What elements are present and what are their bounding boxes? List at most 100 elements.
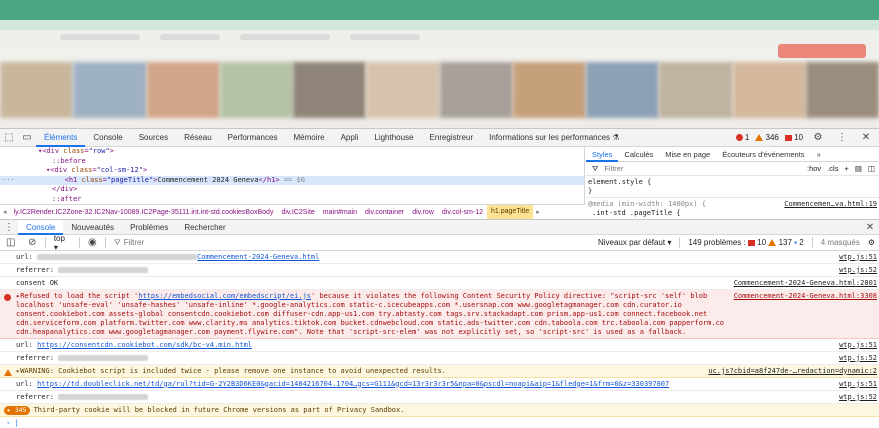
breadcrumb-item[interactable]: div.col-sm-12 bbox=[438, 209, 487, 216]
issues-icon bbox=[747, 239, 755, 246]
dom-node-selected[interactable]: ··· <h1 class="pageTitle">Commencement 20… bbox=[0, 175, 584, 185]
chevron-right-icon[interactable]: ▸ bbox=[533, 208, 543, 216]
console-warning-group[interactable]: ▸ 345 Third-party cookie will be blocked … bbox=[0, 404, 879, 417]
tab-styles[interactable]: Styles bbox=[586, 147, 619, 162]
more-menu-icon[interactable]: ⋮ bbox=[833, 129, 851, 147]
style-rule-close: } bbox=[588, 186, 593, 195]
console-message: referrer: wtp.js:52 bbox=[0, 264, 879, 277]
more-tabs-icon[interactable]: » bbox=[811, 147, 827, 162]
tab-lighthouse[interactable]: Lighthouse bbox=[366, 129, 421, 147]
tab-console[interactable]: Console bbox=[85, 129, 130, 147]
gear-icon[interactable]: ⚙ bbox=[868, 238, 875, 247]
cls-toggle[interactable]: .cls bbox=[827, 164, 838, 173]
console-message: consent OK Commencement-2024-Geneva.html… bbox=[0, 277, 879, 290]
device-toggle-icon[interactable]: ▭ bbox=[18, 129, 36, 147]
warning-icon bbox=[755, 134, 764, 142]
sidebar-toggle-icon[interactable]: ◫ bbox=[2, 234, 19, 252]
console-prompt[interactable]: › | bbox=[0, 417, 879, 428]
dom-node[interactable]: </div> bbox=[0, 185, 584, 195]
tab-computed[interactable]: Calculés bbox=[618, 147, 659, 162]
issues-icon bbox=[784, 134, 792, 141]
styles-filter-input[interactable]: Filtrer bbox=[604, 164, 801, 173]
close-icon[interactable]: ✕ bbox=[857, 129, 875, 147]
breadcrumb: ◂ ly.IC2Render.IC2Zone-32.IC2Nav-10089.I… bbox=[0, 204, 585, 219]
breadcrumb-item[interactable]: ly.IC2Render.IC2Zone-32.IC2Nav-10089.IC2… bbox=[10, 209, 278, 216]
filter-icon: ⛛ bbox=[592, 163, 599, 173]
console-message: url: https://consentcdn.cookiebot.com/sd… bbox=[0, 339, 879, 352]
source-link[interactable]: Commencement-2024-Geneva.html:2801 bbox=[726, 279, 877, 288]
error-icon bbox=[735, 134, 743, 142]
dom-tree: ▾<div class="row"> ::before ▾<div class=… bbox=[0, 147, 585, 204]
source-link[interactable]: wtp.js:52 bbox=[831, 393, 877, 402]
log-levels-dropdown[interactable]: Niveaux par défaut ▾ bbox=[598, 238, 671, 247]
eye-icon[interactable]: ◉ bbox=[84, 234, 101, 252]
console-filter-input[interactable]: ⛛ Filtrer bbox=[110, 238, 594, 248]
console-drawer: ⋮ Console Nouveautés Problèmes Recherche… bbox=[0, 219, 879, 428]
source-link[interactable]: wtp.js:51 bbox=[831, 253, 877, 262]
source-link[interactable]: uc.js?cbid=a8f247de-…redaction=dynamic:2 bbox=[700, 367, 877, 376]
sidebar-toggle-icon[interactable]: ◫ bbox=[868, 164, 879, 173]
tab-performance[interactable]: Performances bbox=[220, 129, 286, 147]
info-icon: ▪ bbox=[794, 238, 798, 247]
devtools-panel: ⬚ ▭ Éléments Console Sources Réseau Perf… bbox=[0, 128, 879, 428]
breadcrumb-item[interactable]: div.container bbox=[361, 209, 408, 216]
add-rule-icon[interactable]: + bbox=[844, 164, 848, 173]
console-messages: url: Commencement-2024-Geneva.html wtp.j… bbox=[0, 251, 879, 428]
dom-node[interactable]: ▾<div class="col-sm-12"> bbox=[0, 166, 584, 176]
status-counters[interactable]: 1 346 10 ⚙ ⋮ ✕ bbox=[735, 129, 879, 147]
close-drawer-icon[interactable]: ✕ bbox=[861, 218, 879, 236]
paint-icon[interactable]: ▤ bbox=[855, 164, 862, 173]
console-warning: ▸WARNING: Cookiebot script is included t… bbox=[0, 365, 879, 378]
repeat-count-badge: ▸ 345 bbox=[4, 405, 30, 415]
media-rule: @media (min-width: 1400px) {Commencemen…… bbox=[588, 200, 877, 209]
tab-network[interactable]: Réseau bbox=[176, 129, 220, 147]
console-message: referrer: wtp.js:52 bbox=[0, 391, 879, 404]
tab-sources[interactable]: Sources bbox=[131, 129, 176, 147]
chevron-left-icon[interactable]: ◂ bbox=[0, 208, 10, 216]
warning-icon bbox=[4, 368, 12, 377]
tab-console-drawer[interactable]: Console bbox=[18, 219, 64, 235]
tab-layout[interactable]: Mise en page bbox=[659, 147, 716, 162]
style-rule[interactable]: element.style { bbox=[586, 176, 879, 187]
blurred-webpage bbox=[0, 0, 879, 128]
breadcrumb-item[interactable]: div.IC2Site bbox=[277, 209, 318, 216]
source-link[interactable]: wtp.js:51 bbox=[831, 341, 877, 350]
source-link[interactable]: Commencement-2024-Geneva.html:3308 bbox=[726, 292, 877, 337]
dom-node[interactable]: ▾<div class="row"> bbox=[0, 147, 584, 157]
style-selector[interactable]: .int-std .pageTitle { bbox=[586, 209, 879, 218]
breadcrumb-item[interactable]: main#main bbox=[319, 209, 361, 216]
tab-search[interactable]: Rechercher bbox=[176, 220, 233, 235]
devtools-toolbar: ⬚ ▭ Éléments Console Sources Réseau Perf… bbox=[0, 129, 879, 147]
source-link[interactable]: wtp.js:51 bbox=[831, 380, 877, 389]
hidden-counter: 4 masqués bbox=[820, 238, 860, 247]
problems-counter[interactable]: 149 problèmes : 10 137 ▪ 2 bbox=[688, 238, 803, 247]
tab-performance-insights[interactable]: Informations sur les performances ⚗ bbox=[481, 129, 627, 147]
console-message: url: https://td.doubleclick.net/td/ga/ru… bbox=[0, 378, 879, 391]
clear-console-icon[interactable]: ⊘ bbox=[23, 234, 40, 252]
warning-icon bbox=[768, 239, 777, 247]
tab-issues[interactable]: Problèmes bbox=[122, 220, 176, 235]
source-link[interactable]: wtp.js:52 bbox=[831, 266, 877, 275]
dom-node[interactable]: ::before bbox=[0, 157, 584, 167]
context-selector[interactable]: top ▾ bbox=[50, 234, 75, 252]
error-icon bbox=[4, 293, 11, 302]
console-error: ▸Refused to load the script 'https://emb… bbox=[0, 290, 879, 339]
inspect-icon[interactable]: ⬚ bbox=[0, 129, 18, 147]
console-message: referrer: wtp.js:52 bbox=[0, 352, 879, 365]
tab-whats-new[interactable]: Nouveautés bbox=[63, 220, 122, 235]
tab-recorder[interactable]: Enregistreur bbox=[422, 129, 482, 147]
tab-application[interactable]: Appli bbox=[333, 129, 367, 147]
breadcrumb-item[interactable]: div.row bbox=[408, 209, 438, 216]
breadcrumb-item-selected[interactable]: h1.pageTitle bbox=[486, 205, 534, 219]
gear-icon[interactable]: ⚙ bbox=[809, 129, 827, 147]
dom-node[interactable]: ::after bbox=[0, 195, 584, 205]
tab-elements[interactable]: Éléments bbox=[36, 129, 86, 147]
hov-toggle[interactable]: :hov bbox=[807, 164, 821, 173]
styles-pane: Styles Calculés Mise en page Écouteurs d… bbox=[586, 147, 879, 219]
source-link[interactable]: wtp.js:52 bbox=[831, 354, 877, 363]
flask-icon: ⚗ bbox=[612, 132, 620, 142]
tab-memory[interactable]: Mémoire bbox=[285, 129, 332, 147]
style-source-link[interactable]: Commencemen…va.html:19 bbox=[784, 200, 877, 209]
tab-event-listeners[interactable]: Écouteurs d'événements bbox=[716, 147, 810, 162]
console-message: url: Commencement-2024-Geneva.html wtp.j… bbox=[0, 251, 879, 264]
